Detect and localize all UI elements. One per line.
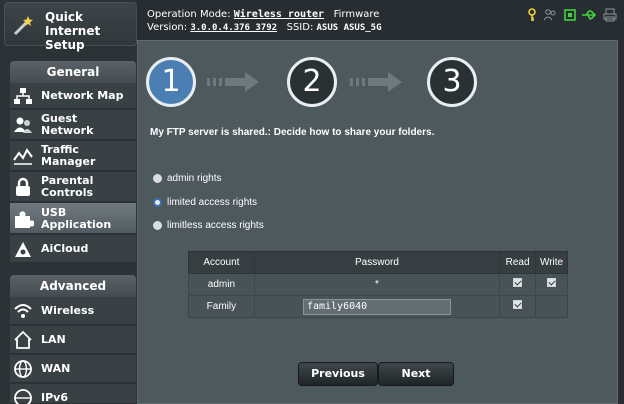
- wizard-step-3: 3: [427, 57, 477, 107]
- read-checkbox[interactable]: [513, 299, 523, 309]
- version-line: Version: 3.0.0.4.376_3792 SSID: ASUS ASU…: [147, 22, 382, 34]
- password-masked: *: [253, 273, 501, 296]
- puzzle-icon: [12, 208, 35, 230]
- wizard-instruction: My FTP server is shared.: Decide how to …: [150, 127, 435, 138]
- sidebar-item-label: Parental Controls: [41, 174, 94, 199]
- printer-icon[interactable]: [603, 7, 617, 22]
- sidebar-item-label: USB Application: [41, 206, 112, 231]
- sidebar-item-label: WAN: [41, 362, 71, 375]
- table-header-row: Account Password Read Write: [188, 251, 568, 274]
- magic-wand-icon: [11, 13, 35, 37]
- sidebar-item-usb-application[interactable]: USB Application: [10, 203, 136, 234]
- account-name: Family: [188, 295, 255, 318]
- option-label: admin rights: [167, 173, 222, 184]
- firmware-label: Firmware: [333, 9, 380, 20]
- firmware-version-link[interactable]: 3.0.0.4.376_3792: [190, 23, 277, 33]
- read-checkbox[interactable]: [513, 277, 523, 287]
- sidebar-item-label: AiCloud: [41, 242, 89, 255]
- next-button[interactable]: Next: [378, 362, 454, 386]
- table-row: admin *: [188, 273, 568, 296]
- sidebar-item-parental-controls[interactable]: Parental Controls: [10, 172, 136, 202]
- quick-setup-label: Quick Internet Setup: [45, 10, 101, 52]
- aicloud-icon: [12, 238, 34, 260]
- column-header-read: Read: [499, 251, 537, 274]
- radio-button[interactable]: [153, 221, 162, 230]
- sidebar: Quick Internet Setup General Network Map…: [0, 0, 137, 404]
- account-permissions-table: Account Password Read Write admin * Fami…: [188, 251, 568, 318]
- status-icons: [525, 7, 620, 23]
- traffic-manager-icon: [12, 145, 34, 167]
- sidebar-item-label: Wireless: [41, 304, 95, 317]
- sidebar-item-lan[interactable]: LAN: [10, 326, 136, 354]
- operation-mode-link[interactable]: Wireless router: [234, 9, 324, 20]
- sidebar-item-label: Guest Network: [41, 112, 94, 137]
- option-label: limitless access rights: [167, 220, 264, 231]
- guest-network-icon: [12, 114, 34, 136]
- sidebar-item-label: LAN: [41, 333, 66, 346]
- lock-icon: [12, 176, 34, 198]
- option-label: limited access rights: [167, 197, 258, 208]
- wizard-step-2: 2: [287, 57, 337, 107]
- radio-button-selected[interactable]: [153, 198, 162, 207]
- users-icon[interactable]: [543, 7, 557, 21]
- globe-icon: [12, 358, 34, 380]
- usb-ftp-wizard-panel: 1 2 3 My FTP server is shared.: Decide h…: [137, 40, 618, 404]
- password-input[interactable]: [302, 298, 451, 315]
- column-header-write: Write: [535, 251, 568, 274]
- version-label: Version:: [147, 22, 188, 33]
- usb-status-icon[interactable]: [581, 7, 597, 21]
- sidebar-item-wireless[interactable]: Wireless: [10, 297, 136, 325]
- account-name: admin: [188, 273, 255, 296]
- quick-internet-setup-button[interactable]: Quick Internet Setup: [4, 2, 137, 52]
- operation-mode-line: Operation Mode: Wireless router Firmware: [147, 9, 379, 21]
- step-arrow-icon: [207, 72, 259, 92]
- wifi-icon: [12, 300, 34, 322]
- header-bar: Operation Mode: Wireless router Firmware…: [137, 0, 624, 40]
- sidebar-item-ipv6[interactable]: IPv6: [10, 384, 136, 404]
- wizard-step-1: 1: [146, 57, 196, 107]
- sidebar-item-label: Traffic Manager: [41, 143, 96, 168]
- step-arrow-icon: [350, 72, 402, 92]
- advanced-settings-header: Advanced Settings: [10, 275, 136, 315]
- table-row: Family: [188, 295, 568, 318]
- sidebar-item-label: Network Map: [41, 89, 124, 102]
- previous-button[interactable]: Previous: [298, 362, 378, 386]
- ssid-label: SSID:: [286, 22, 314, 33]
- sidebar-item-aicloud[interactable]: AiCloud: [10, 235, 136, 263]
- write-checkbox[interactable]: [547, 277, 557, 287]
- radio-button[interactable]: [153, 174, 162, 183]
- key-icon[interactable]: [525, 7, 539, 21]
- sidebar-item-traffic-manager[interactable]: Traffic Manager: [10, 141, 136, 171]
- sidebar-item-wan[interactable]: WAN: [10, 355, 136, 383]
- sidebar-item-network-map[interactable]: Network Map: [10, 83, 136, 109]
- column-header-account: Account: [188, 251, 255, 274]
- ipv6-icon: [12, 387, 34, 404]
- column-header-password: Password: [253, 251, 501, 274]
- write-cell-empty: [535, 295, 568, 318]
- wan-status-icon[interactable]: [563, 7, 577, 21]
- network-map-icon: [12, 85, 34, 107]
- operation-mode-label: Operation Mode:: [147, 9, 231, 20]
- sidebar-item-guest-network[interactable]: Guest Network: [10, 110, 136, 140]
- general-section-header: General: [10, 61, 136, 83]
- home-icon: [12, 329, 34, 351]
- ssid-value: ASUS ASUS_5G: [316, 23, 382, 33]
- sidebar-item-label: IPv6: [41, 391, 68, 404]
